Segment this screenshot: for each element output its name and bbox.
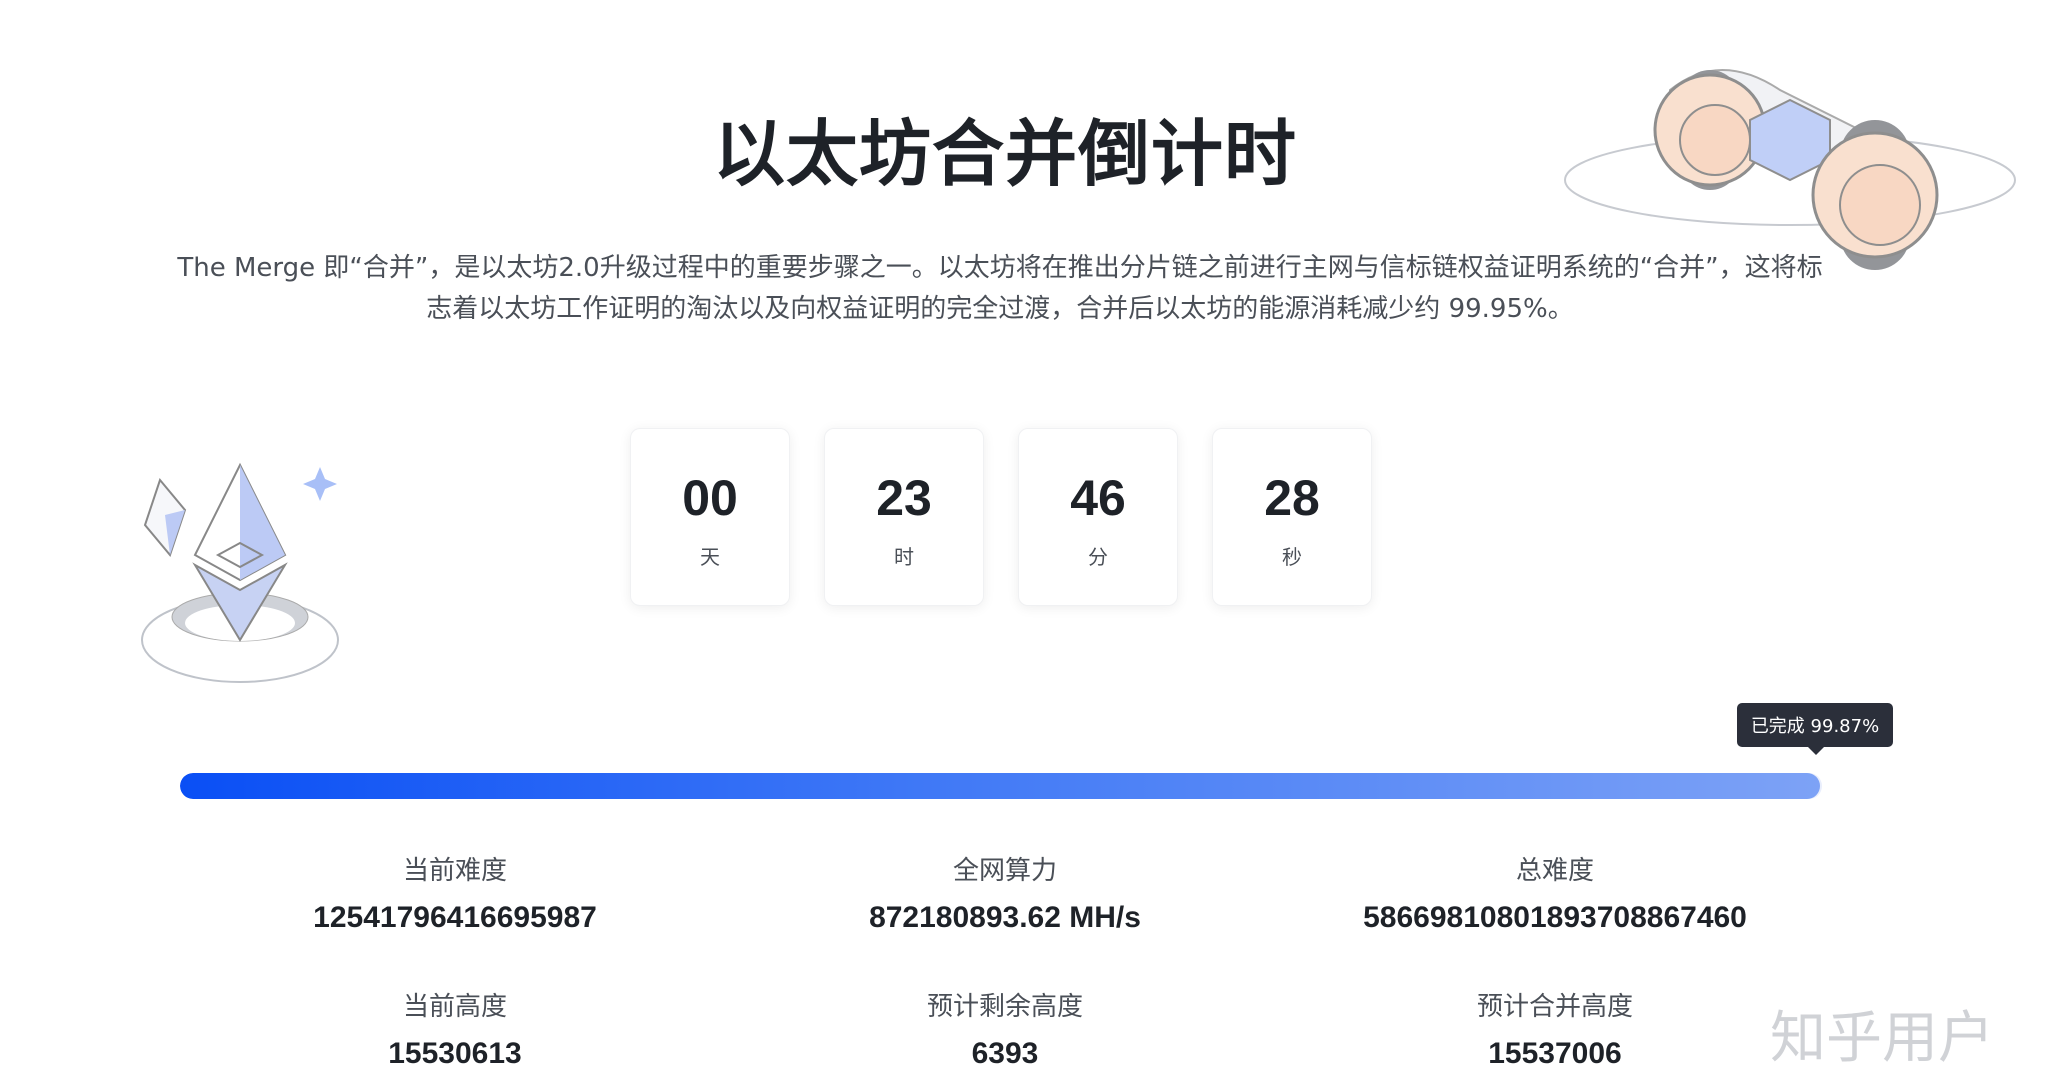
countdown-days: 00 天: [630, 428, 790, 606]
stat-current-difficulty: 当前难度 12541796416695987: [175, 850, 735, 935]
countdown-seconds-unit: 秒: [1282, 545, 1302, 569]
page-title: 以太坊合并倒计时: [712, 112, 1297, 196]
countdown-days-value: 00: [682, 470, 738, 526]
countdown-seconds-value: 28: [1264, 470, 1320, 526]
merge-progress-bar: [180, 773, 1822, 799]
countdown-minutes-value: 46: [1070, 470, 1126, 526]
stat-value: 872180893.62 MH/s: [869, 901, 1141, 934]
merge-progress-fill: [180, 773, 1820, 799]
stat-value: 15537006: [1488, 1037, 1622, 1070]
stat-total-difficulty: 总难度 58669810801893708867460: [1275, 850, 1835, 935]
stat-label: 当前难度: [402, 856, 507, 886]
stat-value: 15530613: [388, 1037, 522, 1070]
stat-value: 6393: [971, 1037, 1039, 1070]
stat-label: 预计剩余高度: [926, 992, 1083, 1022]
stat-label: 总难度: [1515, 856, 1594, 886]
stat-merge-height: 预计合并高度 15537006: [1275, 986, 1835, 1071]
countdown-hours: 23 时: [824, 428, 984, 606]
stat-label: 全网算力: [952, 856, 1057, 886]
stat-network-hashrate: 全网算力 872180893.62 MH/s: [725, 850, 1285, 935]
countdown-timer: 00 天 23 时 46 分 28 秒: [630, 428, 1372, 606]
stat-value: 58669810801893708867460: [1363, 901, 1747, 934]
ethereum-crystal-illustration: [141, 462, 339, 683]
merge-description: The Merge 即“合并”，是以太坊2.0升级过程中的重要步骤之一。以太坊将…: [177, 253, 1823, 324]
progress-tooltip: 已完成 99.87%: [1737, 703, 1893, 755]
countdown-days-unit: 天: [700, 545, 720, 569]
stat-label: 当前高度: [402, 992, 507, 1022]
stat-label: 预计合并高度: [1476, 992, 1633, 1022]
countdown-minutes-unit: 分: [1088, 545, 1108, 569]
zhihu-watermark: 知乎用户: [1770, 1006, 1994, 1071]
countdown-seconds: 28 秒: [1212, 428, 1372, 606]
countdown-hours-unit: 时: [894, 545, 914, 569]
countdown-hours-value: 23: [876, 470, 932, 526]
stat-remaining-height: 预计剩余高度 6393: [725, 986, 1285, 1071]
stat-value: 12541796416695987: [313, 901, 597, 934]
countdown-minutes: 46 分: [1018, 428, 1178, 606]
stat-current-height: 当前高度 15530613: [175, 986, 735, 1071]
